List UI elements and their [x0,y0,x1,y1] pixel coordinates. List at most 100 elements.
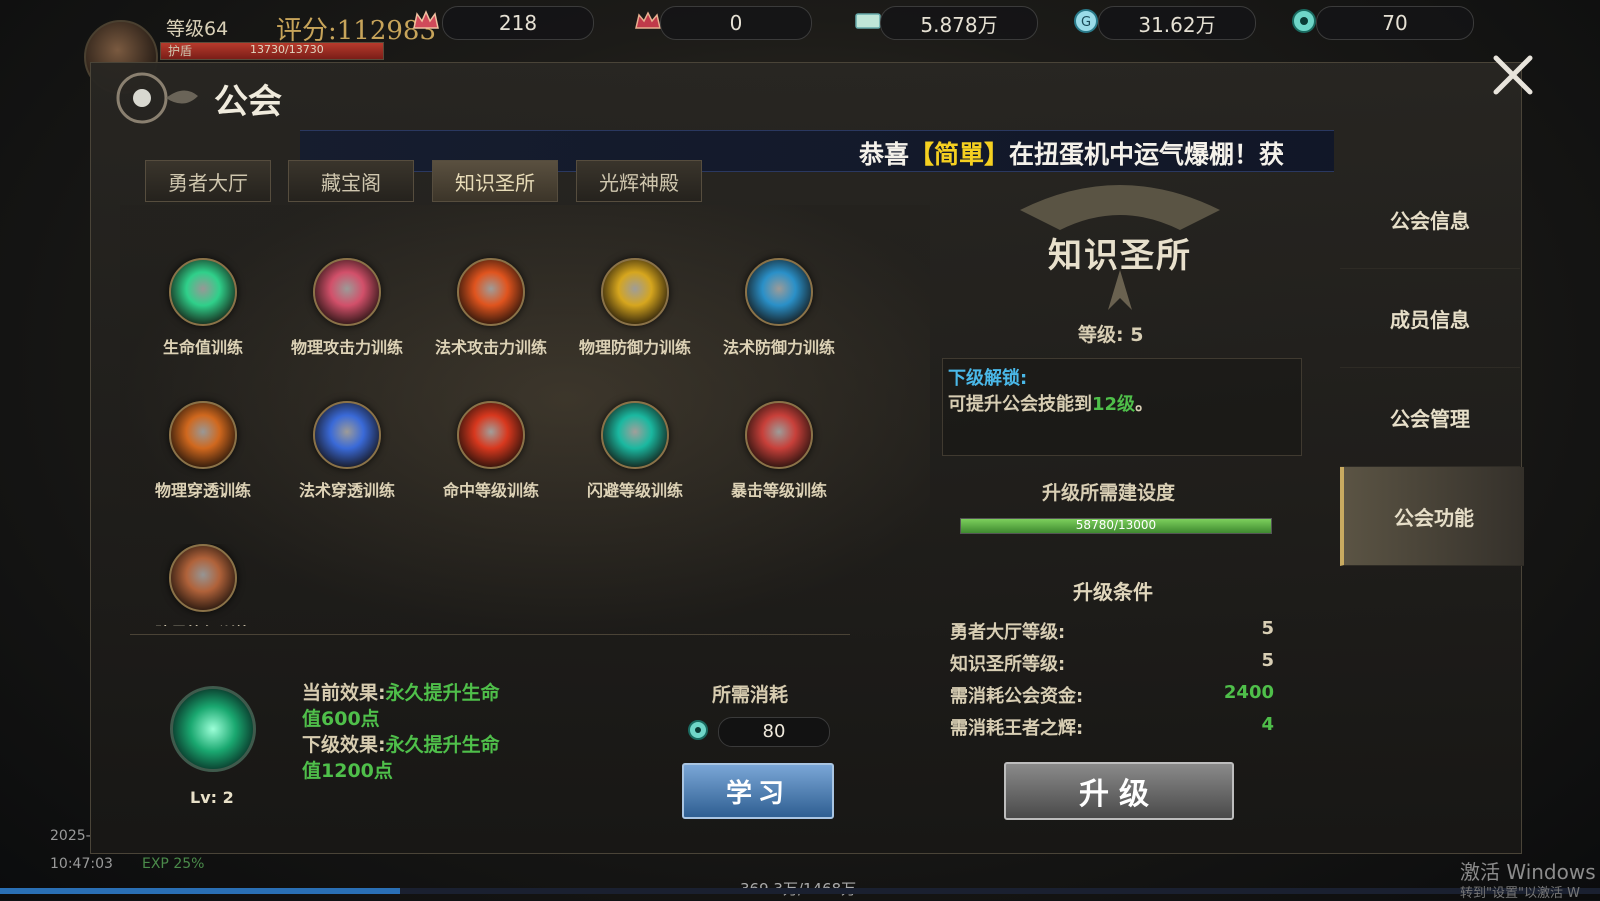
skill-item[interactable]: 法术防御力训练 [714,258,844,358]
footer-time: 10:47:03 [50,856,113,872]
construction-header: 升级所需建设度 [1042,482,1176,504]
ticker-prefix: 恭喜 [858,140,909,169]
skill-item[interactable]: 命中等级训练 [426,401,556,501]
skill-name: 法术穿透训练 [298,481,395,500]
currency-guild-contribution: 70 [1316,6,1474,40]
current-effect-value-2: 值600点 [302,708,380,730]
skill-icon [457,258,525,326]
next-effect-label: 下级效果: [302,734,386,756]
shield-label: 护盾 [168,44,193,58]
exp-label: EXP 25% [142,856,205,872]
skill-icon [745,258,813,326]
footer-date: 2025- [50,828,91,844]
side-guild-info[interactable]: 公会信息 [1340,170,1520,269]
exp-bar-fill [0,888,400,894]
conditions-header: 升级条件 [1073,580,1153,604]
skill-icon [601,401,669,469]
exp-bar [0,888,1600,894]
skill-name: 法术防御力训练 [722,338,835,357]
skill-name: 命中等级训练 [442,481,539,500]
condition-value: 2400 [1223,682,1274,703]
cost-value: 80 [718,717,830,747]
windows-watermark-sub: 转到"设置"以激活 W [1460,886,1580,901]
skill-name: 法术攻击力训练 [434,338,547,357]
construction-progress-text: 58780/13000 [1075,518,1157,532]
condition-value: 5 [1261,650,1274,671]
tab-knowledge-sanctuary[interactable]: 知识圣所 [432,160,558,202]
skill-item[interactable]: 物理防御力训练 [570,258,700,358]
next-effect-value-2: 值1200点 [302,760,393,782]
tab-treasure-pavilion[interactable]: 藏宝阁 [288,160,414,202]
condition-row: 需消耗公会资金: 2400 [950,682,1274,708]
currency-ticket: 5.878万 [880,6,1038,40]
unlock-text-value: 12级 [1092,394,1136,415]
divider [130,634,850,635]
side-guild-functions[interactable]: 公会功能 [1340,467,1524,566]
skill-item[interactable]: 防暴等级训练 [138,544,268,626]
ticker-suffix: 在扭蛋机中运气爆棚！获 [1008,140,1284,169]
selected-skill-level: Lv: 2 [190,788,234,807]
guild-emblem-icon [100,66,200,128]
next-effect-value: 永久提升生命 [385,734,500,756]
learn-button[interactable]: 学习 [682,763,834,819]
condition-label: 需消耗公会资金: [950,686,1084,707]
skill-icon [745,401,813,469]
skill-icon [313,258,381,326]
tab-heroes-hall[interactable]: 勇者大厅 [145,160,271,202]
condition-row: 需消耗王者之辉: 4 [950,714,1274,740]
skill-item[interactable]: 法术攻击力训练 [426,258,556,358]
unlock-text-prefix: 可提升公会技能到 [948,394,1092,415]
player-level: 等级64 [166,18,229,40]
windows-watermark: 激活 Windows [1460,860,1596,884]
skill-icon [169,544,237,612]
unlock-text: 可提升公会技能到12级。 [948,390,1153,416]
current-effect-value: 永久提升生命 [385,682,500,704]
shield-value: 13730/13730 [250,43,324,56]
skill-icon [169,258,237,326]
condition-row: 知识圣所等级: 5 [950,650,1274,676]
guild-badge-icon [686,718,710,742]
selected-skill-icon [170,686,256,772]
skill-item[interactable]: 闪避等级训练 [570,401,700,501]
crown-gem-icon [410,6,442,36]
svg-text:G: G [1081,15,1091,30]
skill-item[interactable]: 法术穿透训练 [282,401,412,501]
condition-value: 5 [1261,618,1274,639]
unlock-text-suffix: 。 [1135,394,1154,415]
skill-item[interactable]: 暴击等级训练 [714,401,844,501]
skill-item[interactable]: 物理攻击力训练 [282,258,412,358]
building-title: 知识圣所 [1048,236,1192,276]
skill-icon [313,401,381,469]
upgrade-button[interactable]: 升级 [1004,762,1234,820]
skill-icon [601,258,669,326]
skill-item[interactable]: 生命值训练 [138,258,268,358]
building-level: 等级: 5 [1078,324,1144,346]
skill-name: 防暴等级训练 [138,620,268,626]
window-title: 公会 [214,82,282,122]
side-member-info[interactable]: 成员信息 [1340,269,1520,368]
skill-name: 生命值训练 [162,338,243,357]
condition-label: 勇者大厅等级: [950,622,1066,643]
next-effect: 下级效果:永久提升生命 值1200点 [302,732,500,784]
skill-name: 物理穿透训练 [154,481,251,500]
tab-radiant-temple[interactable]: 光辉神殿 [576,160,702,202]
side-guild-management[interactable]: 公会管理 [1340,368,1520,467]
condition-label: 需消耗王者之辉: [950,718,1084,739]
ticker-highlight: 【简單】 [908,140,1009,169]
ticker-text: 恭喜【简單】在扭蛋机中运气爆棚！获 [859,135,1284,171]
cost-title: 所需消耗 [712,684,789,706]
condition-value: 4 [1261,714,1274,735]
top-hud: 等级64 评分:112983 护盾 13730/13730 218 0 5.87… [0,0,1600,94]
current-effect: 当前效果:永久提升生命 值600点 [302,680,500,732]
skill-name: 物理攻击力训练 [290,338,403,357]
skill-icon [457,401,525,469]
currency-gem: 218 [442,6,594,40]
skill-icon [169,401,237,469]
current-effect-label: 当前效果: [302,682,386,704]
skill-name: 闪避等级训练 [586,481,683,500]
close-icon [1493,55,1533,95]
condition-row: 勇者大厅等级: 5 [950,618,1274,644]
unlock-header: 下级解锁: [948,368,1028,389]
skill-item[interactable]: 物理穿透训练 [138,401,268,501]
close-button[interactable] [1488,50,1538,100]
